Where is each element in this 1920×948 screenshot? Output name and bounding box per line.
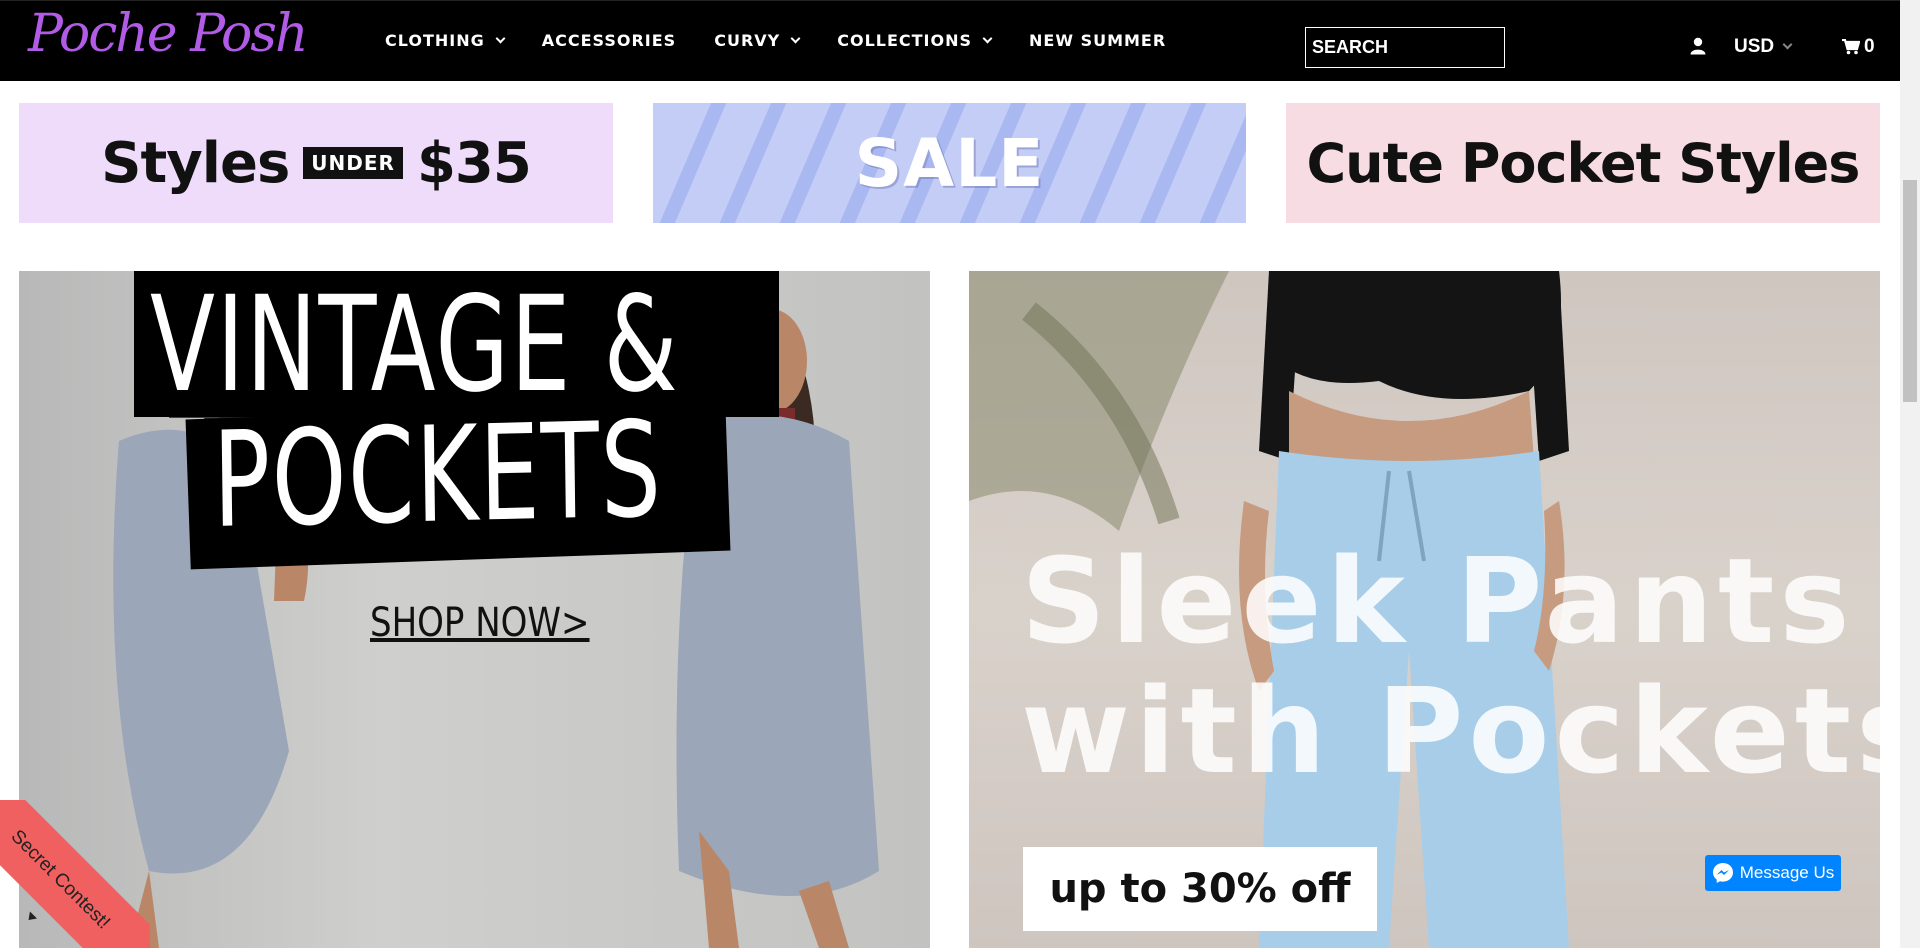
nav-item-accessories[interactable]: ACCESSORIES (542, 31, 676, 50)
messenger-button[interactable]: Message Us (1705, 855, 1841, 891)
under-badge: UNDER (303, 147, 403, 179)
promo-cute-pocket-styles[interactable]: Cute Pocket Styles (1286, 103, 1880, 223)
promo-sale[interactable]: SALE (653, 103, 1246, 223)
chevron-down-icon (790, 33, 801, 43)
nav-item-clothing[interactable]: CLOTHING (385, 31, 506, 50)
messenger-icon (1712, 863, 1733, 883)
caret-down-icon (24, 911, 38, 924)
chevron-down-icon (1782, 39, 1793, 50)
search-input[interactable] (1305, 27, 1505, 68)
promo-styles-under-35[interactable]: Styles UNDER $35 (19, 103, 613, 223)
site-logo[interactable]: Poche Posh (28, 1, 308, 71)
currency-selector[interactable]: USD (1734, 36, 1793, 58)
hero-sleek-pants[interactable]: Sleek Pants with Pockets up to 30% off (969, 271, 1880, 948)
contest-label: Secret Contest! (6, 825, 115, 934)
hero-sleek-line1: Sleek Pants (1021, 532, 1855, 670)
scrollbar-thumb[interactable] (1903, 180, 1917, 402)
promo-styles-under-text: Styles UNDER $35 (101, 130, 532, 196)
nav-item-label: COLLECTIONS (837, 31, 973, 50)
user-icon[interactable] (1690, 37, 1706, 55)
nav-item-label: ACCESSORIES (541, 31, 677, 50)
nav-item-label: CURVY (714, 31, 781, 50)
page-scrollbar[interactable] (1900, 0, 1920, 948)
cart-button[interactable]: 0 (1842, 36, 1875, 58)
cart-icon (1842, 39, 1860, 55)
site-header: Poche Posh CLOTHING ACCESSORIES CURVY CO… (0, 0, 1900, 81)
chevron-down-icon (495, 33, 506, 43)
nav-item-curvy[interactable]: CURVY (714, 31, 801, 50)
hero-sleek-text: Sleek Pants with Pockets (1021, 536, 1880, 796)
currency-label: USD (1734, 36, 1775, 57)
hero-vintage-line2: POCKETS (212, 393, 664, 558)
discount-badge: up to 30% off (1023, 847, 1377, 931)
cute-pocket-label: Cute Pocket Styles (1306, 131, 1861, 195)
shop-now-link[interactable]: SHOP NOW> (370, 600, 590, 646)
cart-count: 0 (1864, 36, 1875, 57)
contest-corner: Secret Contest! (0, 800, 150, 948)
nav-item-collections[interactable]: COLLECTIONS (837, 31, 993, 50)
nav-item-label: NEW SUMMER (1029, 31, 1167, 50)
chevron-down-icon (982, 33, 993, 43)
nav-item-new-summer[interactable]: NEW SUMMER (1029, 31, 1166, 50)
nav-item-label: CLOTHING (385, 31, 485, 50)
promo-price: $35 (416, 130, 532, 196)
sale-label: SALE (854, 124, 1045, 202)
messenger-label: Message Us (1739, 863, 1835, 882)
main-nav: CLOTHING ACCESSORIES CURVY COLLECTIONS N… (385, 31, 1204, 50)
hero-sleek-line2: with Pockets (1021, 662, 1880, 800)
promo-word: Styles (101, 130, 290, 196)
secret-contest-tab[interactable]: Secret Contest! (0, 800, 150, 948)
